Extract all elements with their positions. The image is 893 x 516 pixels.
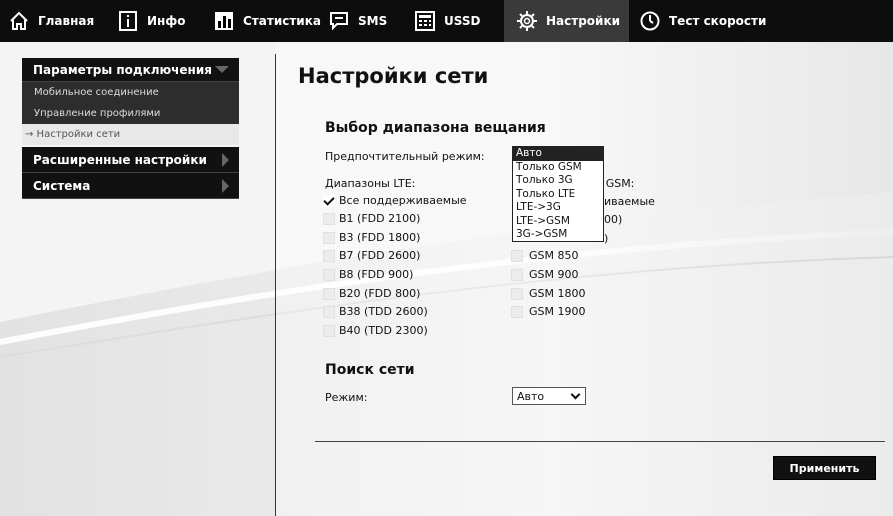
checkbox-label: GSM 850	[529, 249, 579, 262]
checkbox-label: GSM 900	[529, 268, 579, 281]
preferred-mode-label: Предпочтительный режим:	[325, 150, 485, 163]
lte-band-b3[interactable]: B3 (FDD 1800)	[323, 231, 420, 244]
checkbox[interactable]	[323, 231, 335, 244]
dropdown-option[interactable]: Только 3G	[513, 174, 603, 188]
nav-speedtest[interactable]: Тест скорости	[629, 0, 789, 42]
lte-band-b1[interactable]: B1 (FDD 2100)	[323, 212, 420, 225]
message-icon	[328, 10, 350, 32]
page-title: Настройки сети	[298, 64, 489, 88]
checkbox-label: Все поддерживаемые	[339, 194, 467, 207]
bar-chart-icon	[213, 10, 235, 32]
dropdown-option[interactable]: Только GSM	[513, 161, 603, 175]
gsm-band-partial: 00)	[604, 213, 623, 226]
checkbox[interactable]	[511, 249, 523, 262]
checkbox[interactable]	[511, 305, 523, 318]
chevron-down-icon	[570, 389, 581, 399]
select-value: Авто	[517, 389, 545, 403]
checkbox[interactable]	[511, 287, 523, 300]
search-section-title: Поиск сети	[325, 362, 415, 378]
divider	[275, 54, 276, 516]
sidebar-item-profiles[interactable]: Управление профилями	[22, 103, 239, 124]
chevron-right-icon	[222, 178, 229, 193]
checkbox-label: GSM 1900	[529, 305, 586, 318]
nav-statistics-label: Статистика	[243, 14, 321, 28]
nav-info[interactable]: Инфо	[117, 0, 213, 42]
nav-settings-label: Настройки	[546, 14, 621, 28]
checkbox[interactable]	[323, 249, 335, 262]
checkbox-label: B40 (TDD 2300)	[339, 324, 428, 337]
lte-band-b40[interactable]: B40 (TDD 2300)	[323, 324, 428, 337]
checkbox[interactable]	[323, 212, 335, 225]
info-icon	[117, 10, 139, 32]
checkbox-label: GSM 1800	[529, 287, 586, 300]
sidebar-item-label: Расширенные настройки	[33, 152, 207, 167]
search-mode-label: Режим:	[325, 391, 368, 404]
band-section-title: Выбор диапазона вещания	[325, 120, 546, 136]
speedometer-icon	[639, 10, 661, 32]
checkbox-label: B3 (FDD 1800)	[339, 231, 421, 244]
lte-band-b7[interactable]: B7 (FDD 2600)	[323, 249, 420, 262]
nav-info-label: Инфо	[147, 14, 186, 28]
checkbox-label: B8 (FDD 900)	[339, 268, 414, 281]
sidebar: Параметры подключения Мобильное соединен…	[22, 58, 239, 199]
sidebar-item-connection[interactable]: Параметры подключения	[22, 58, 239, 82]
dropdown-option[interactable]: Авто	[513, 147, 603, 161]
top-navigation: Главная Инфо Статистика SMS USSD Настрой…	[0, 0, 893, 42]
nav-home-label: Главная	[38, 14, 95, 28]
nav-ussd[interactable]: USSD	[414, 0, 504, 42]
nav-statistics[interactable]: Статистика	[213, 0, 328, 42]
sidebar-item-mobile[interactable]: Мобильное соединение	[22, 82, 239, 103]
checkbox-label: B38 (TDD 2600)	[339, 305, 428, 318]
gsm-band-partial: )	[604, 232, 609, 245]
gsm-band-850[interactable]: GSM 850	[511, 249, 579, 262]
gear-icon	[516, 10, 538, 32]
checkbox[interactable]	[323, 194, 335, 207]
keypad-icon	[414, 10, 436, 32]
divider	[315, 441, 885, 442]
sidebar-item-label: Параметры подключения	[33, 62, 212, 77]
nav-sms[interactable]: SMS	[328, 0, 414, 42]
dropdown-option[interactable]: 3G->GSM	[513, 228, 603, 242]
chevron-down-icon	[215, 66, 229, 73]
lte-band-all[interactable]: Все поддерживаемые	[323, 194, 467, 207]
lte-bands-label: Диапазоны LTE:	[325, 177, 416, 190]
checkbox[interactable]	[323, 305, 335, 318]
gsm-band-1900[interactable]: GSM 1900	[511, 305, 586, 318]
checkbox-label: B1 (FDD 2100)	[339, 212, 421, 225]
sidebar-item-advanced[interactable]: Расширенные настройки	[22, 147, 239, 173]
checkbox-label: B20 (FDD 800)	[339, 287, 421, 300]
nav-ussd-label: USSD	[444, 14, 481, 28]
gsm-band-all-partial: иваемые	[604, 195, 655, 208]
preferred-mode-dropdown[interactable]: Авто Только GSM Только 3G Только LTE LTE…	[512, 146, 604, 242]
lte-band-b38[interactable]: B38 (TDD 2600)	[323, 305, 428, 318]
gsm-band-900[interactable]: GSM 900	[511, 268, 579, 281]
nav-home[interactable]: Главная	[0, 0, 117, 42]
chevron-right-icon	[222, 152, 229, 167]
checkbox[interactable]	[323, 268, 335, 281]
lte-band-b8[interactable]: B8 (FDD 900)	[323, 268, 413, 281]
home-icon	[8, 10, 30, 32]
nav-speedtest-label: Тест скорости	[669, 14, 767, 28]
checkbox-label: B7 (FDD 2600)	[339, 249, 421, 262]
checkbox[interactable]	[511, 268, 523, 281]
checkbox[interactable]	[323, 324, 335, 337]
sidebar-item-network[interactable]: → Настройки сети	[22, 124, 239, 145]
nav-settings[interactable]: Настройки	[504, 0, 629, 42]
gsm-band-1800[interactable]: GSM 1800	[511, 287, 586, 300]
lte-band-b20[interactable]: B20 (FDD 800)	[323, 287, 420, 300]
nav-sms-label: SMS	[358, 14, 388, 28]
dropdown-option[interactable]: LTE->GSM	[513, 215, 603, 229]
sidebar-item-system[interactable]: Система	[22, 173, 239, 199]
apply-button[interactable]: Применить	[773, 456, 876, 480]
search-mode-select[interactable]: Авто	[512, 387, 586, 405]
dropdown-option[interactable]: Только LTE	[513, 188, 603, 202]
checkbox[interactable]	[323, 287, 335, 300]
dropdown-option[interactable]: LTE->3G	[513, 201, 603, 215]
sidebar-item-label: Система	[33, 178, 91, 193]
